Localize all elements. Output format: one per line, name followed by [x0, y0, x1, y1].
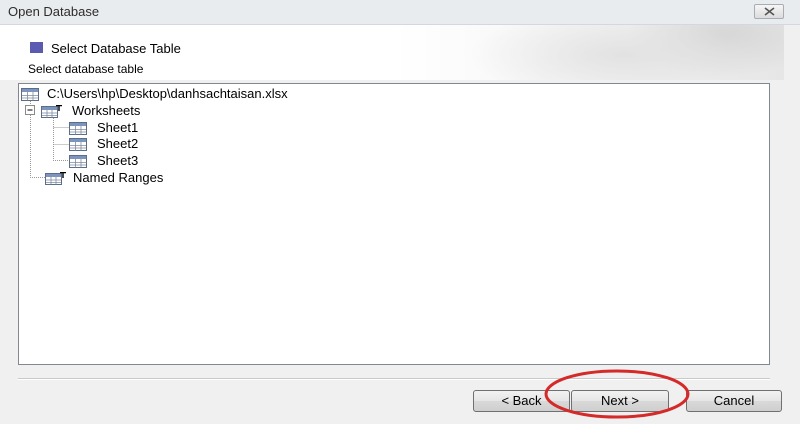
- named-ranges-label: Named Ranges: [73, 170, 164, 185]
- wizard-header: Select Database Table Select database ta…: [0, 25, 784, 80]
- footer-separator: [18, 378, 770, 380]
- table-icon: [69, 138, 87, 151]
- root-path-label: C:\Users\hp\Desktop\danhsachtaisan.xlsx: [47, 86, 288, 101]
- header-decoration: [394, 25, 784, 80]
- table-icon: [21, 88, 39, 101]
- table-tree-view[interactable]: C:\Users\hp\Desktop\danhsachtaisan.xlsx …: [18, 83, 770, 365]
- sheet2-label: Sheet2: [97, 136, 139, 151]
- minus-expander-icon: [25, 105, 35, 115]
- table-icon: [69, 155, 87, 168]
- header-subtitle: Select database table: [28, 62, 144, 76]
- right-edge: [784, 25, 800, 424]
- sheet3-label: Sheet3: [97, 153, 139, 168]
- header-square-icon: [30, 42, 43, 53]
- sheet1-label: Sheet1: [97, 120, 139, 135]
- title-bar: Open Database: [0, 0, 800, 25]
- close-button[interactable]: [754, 4, 784, 19]
- header-title: Select Database Table: [51, 41, 181, 56]
- table-icon: [69, 122, 87, 135]
- cancel-button[interactable]: Cancel: [686, 390, 782, 412]
- next-button[interactable]: Next >: [571, 390, 669, 412]
- worksheets-label: Worksheets: [72, 103, 141, 118]
- close-icon: [764, 7, 775, 16]
- window-title: Open Database: [8, 4, 100, 19]
- folder-table-icon: [45, 172, 66, 185]
- folder-table-icon: [41, 105, 62, 118]
- open-database-dialog: Open Database Select Database Table Sele…: [0, 0, 800, 424]
- back-button[interactable]: < Back: [473, 390, 570, 412]
